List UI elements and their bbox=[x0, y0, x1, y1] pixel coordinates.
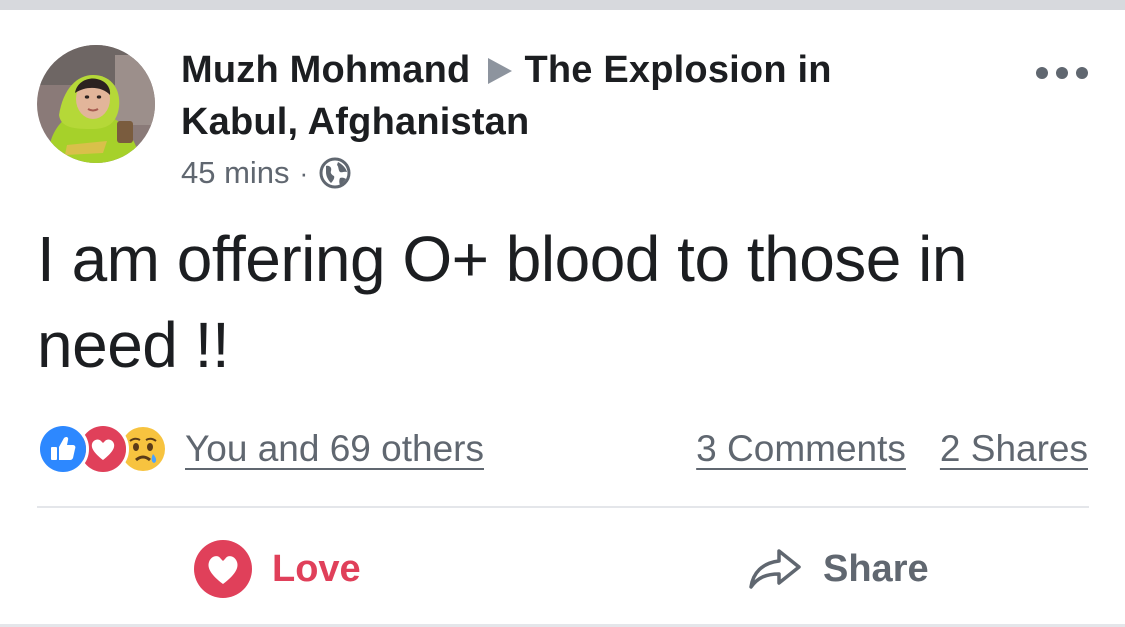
love-button-label: Love bbox=[272, 547, 361, 590]
post-timestamp[interactable]: 45 mins bbox=[181, 155, 290, 191]
post-header-title: Muzh Mohmand The Explosion in Kabul, Afgh… bbox=[181, 44, 941, 148]
comments-count-link[interactable]: 3 Comments bbox=[696, 428, 906, 470]
avatar[interactable] bbox=[37, 45, 155, 163]
share-button-label: Share bbox=[823, 547, 929, 590]
avatar-photo bbox=[37, 45, 155, 163]
divider bbox=[37, 506, 1089, 508]
triangle-right-icon bbox=[488, 58, 513, 84]
reactions-summary: You and 69 others bbox=[37, 422, 484, 476]
engagement-counts: 3 Comments 2 Shares bbox=[696, 422, 1088, 476]
post-text: I am offering O+ blood to those in need … bbox=[37, 223, 967, 381]
share-arrow-icon bbox=[747, 546, 803, 592]
top-divider bbox=[0, 0, 1125, 10]
meta-separator: · bbox=[299, 158, 309, 188]
more-options-icon[interactable] bbox=[1034, 62, 1090, 84]
facebook-post-card: Muzh Mohmand The Explosion in Kabul, Afgh… bbox=[0, 0, 1125, 627]
globe-icon bbox=[318, 156, 352, 190]
love-button[interactable]: Love bbox=[194, 534, 361, 604]
reactions-count-link[interactable]: You and 69 others bbox=[185, 428, 484, 470]
share-button[interactable]: Share bbox=[747, 534, 929, 604]
post-meta: 45 mins · bbox=[181, 152, 352, 194]
author-name[interactable]: Muzh Mohmand bbox=[181, 49, 470, 91]
love-heart-icon bbox=[194, 540, 252, 598]
shares-count-link[interactable]: 2 Shares bbox=[940, 428, 1088, 470]
like-icon bbox=[37, 423, 89, 475]
